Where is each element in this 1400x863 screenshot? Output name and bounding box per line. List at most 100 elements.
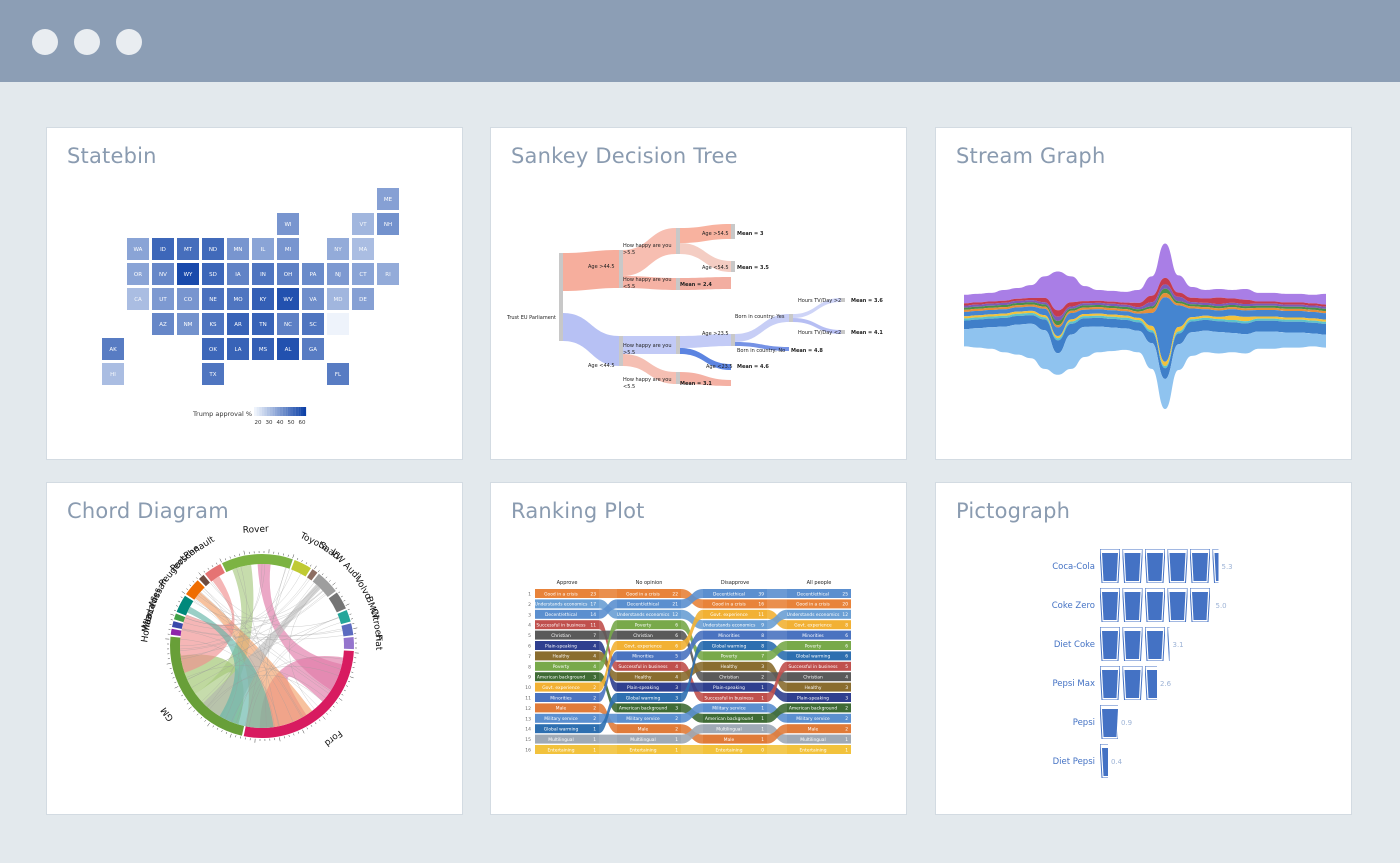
window-titlebar <box>0 0 1400 82</box>
state-label-id: ID <box>160 247 166 253</box>
ranking-cell-value: 17 <box>590 602 596 608</box>
glass-fill <box>1192 592 1208 620</box>
ranking-cell-value: 1 <box>761 695 764 701</box>
chord-arc-honda <box>171 629 182 636</box>
chord-tick <box>319 720 320 722</box>
glass-icon <box>1123 588 1143 622</box>
ranking-cell-value: 11 <box>590 623 596 629</box>
chord-tick <box>330 710 331 711</box>
chord-tick <box>333 706 335 707</box>
state-label-la: LA <box>235 347 242 353</box>
ranking-cell-label: Decent/ethical <box>545 612 577 618</box>
glass-icon <box>1168 549 1188 583</box>
ranking-cell-value: 20 <box>842 602 848 608</box>
chord-tick <box>329 580 330 581</box>
state-label-az: AZ <box>159 322 167 328</box>
state-label-ak: AK <box>109 347 117 353</box>
card-statebin[interactable]: Statebin ME WI VT NH WA ID MT ND MN IL MI NY MA OR NV W… <box>46 127 463 460</box>
glass-icon <box>1100 705 1120 739</box>
chord-tick <box>318 570 319 572</box>
chord-tick <box>189 585 191 586</box>
state-label-va: VA <box>309 297 316 303</box>
legend-swatch <box>290 407 293 416</box>
chord-diagram-chart: RoverToyotaSaabVW AudiVolvoBMWCitroenFia… <box>47 483 463 815</box>
label-age-lt235: Age <23.5 <box>706 364 733 370</box>
state-label-ca: CA <box>134 297 142 303</box>
legend-swatch <box>262 407 265 416</box>
label-mean36: Mean = 3.6 <box>851 298 883 304</box>
card-pictograph[interactable]: Pictograph Coca-Cola 5.3 Coke Zero 5.0 Diet … <box>935 482 1352 815</box>
legend-swatch <box>272 407 275 416</box>
chord-tick <box>341 596 343 597</box>
chord-tick <box>289 735 290 737</box>
legend-swatch <box>285 407 288 416</box>
chord-tick <box>170 614 174 615</box>
legend-swatch <box>257 407 260 416</box>
chord-tick <box>197 714 198 715</box>
ranking-cell-label: Govt. experience <box>710 612 748 618</box>
ranking-row-number: 4 <box>528 623 531 629</box>
card-sankey-decision-tree[interactable]: Sankey Decision Tree Trust EU Parliament… <box>490 127 907 460</box>
legend-swatch <box>283 407 286 416</box>
state-label-ga: GA <box>309 347 317 353</box>
ranking-cell-label: Military service <box>796 716 830 722</box>
pictograph-row-label: Pepsi Max <box>1052 679 1095 689</box>
window-maximize-button[interactable] <box>116 29 142 55</box>
ranking-ribbon <box>599 589 617 598</box>
ranking-cell-value: 39 <box>758 591 764 597</box>
window-minimize-button[interactable] <box>74 29 100 55</box>
chord-tick <box>207 723 209 726</box>
ranking-cell-label: Military service <box>626 716 660 722</box>
ranking-cell-value: 4 <box>593 643 596 649</box>
ranking-cell-value: 1 <box>761 685 764 691</box>
pictograph-value-label: 0.4 <box>1111 758 1123 766</box>
legend-swatch <box>303 407 306 416</box>
ranking-cell-label: Entertaining <box>548 747 575 753</box>
ranking-cell-value: 3 <box>675 695 678 701</box>
ranking-ribbon <box>767 589 787 598</box>
ranking-cell-label: American background <box>537 675 585 681</box>
label-happy2: How happy are you <box>623 277 672 283</box>
ranking-cell-value: 1 <box>845 747 848 753</box>
card-ranking-plot[interactable]: Ranking Plot Approve No opinion Disapprove… <box>490 482 907 815</box>
ranking-cell-value: 11 <box>758 612 764 618</box>
ranking-cell-label: Minorities <box>550 695 572 701</box>
chord-tick <box>336 702 338 703</box>
chord-tick <box>326 577 327 578</box>
chord-arc-rover <box>222 554 293 572</box>
glass-fill <box>1125 631 1141 659</box>
ranking-cell-value: 4 <box>593 654 596 660</box>
ranking-ribbon <box>599 631 617 640</box>
chord-tick <box>205 720 206 722</box>
label-happy3: >5.5 <box>623 350 635 356</box>
ranking-cell-label: American background <box>789 706 837 712</box>
chord-label: GM <box>159 705 176 723</box>
glass-fill <box>1170 592 1186 620</box>
legend-swatch <box>288 407 291 416</box>
pictograph-row-label: Diet Pepsi <box>1053 757 1095 767</box>
ranking-cell-label: Entertaining <box>630 747 657 753</box>
pictograph-value-label: 3.1 <box>1173 641 1184 649</box>
state-label-nv: NV <box>159 272 167 278</box>
node-root <box>559 253 563 341</box>
ranking-row-number: 13 <box>525 716 531 722</box>
chord-arc-mercedes <box>174 614 185 623</box>
chord-arc-volvo <box>329 593 346 613</box>
ranking-ribbon <box>599 745 617 754</box>
ranking-cell-label: Decent/ethical <box>627 602 659 608</box>
chord-tick <box>288 555 289 557</box>
label-age-gt545: Age >54.5 <box>702 231 729 237</box>
state-label-tn: TN <box>258 322 266 328</box>
ranking-cell-value: 6 <box>845 633 848 639</box>
ranking-cell-label: Multilingual <box>548 737 573 743</box>
ranking-cell-label: Male <box>808 727 819 733</box>
window-close-button[interactable] <box>32 29 58 55</box>
card-stream-graph[interactable]: Stream Graph <box>935 127 1352 460</box>
ranking-cell-label: Govt. experience <box>542 685 580 691</box>
ranking-cell-value: 3 <box>845 695 848 701</box>
chord-label: Fiat <box>373 634 384 651</box>
card-chord-diagram[interactable]: Chord Diagram Rover Toyota Saab VW Audi Volv… <box>46 482 463 815</box>
label-happy2: <5.5 <box>623 284 635 290</box>
legend-tick: 60 <box>299 420 306 426</box>
label-age-gt: Age >44.5 <box>588 264 615 270</box>
